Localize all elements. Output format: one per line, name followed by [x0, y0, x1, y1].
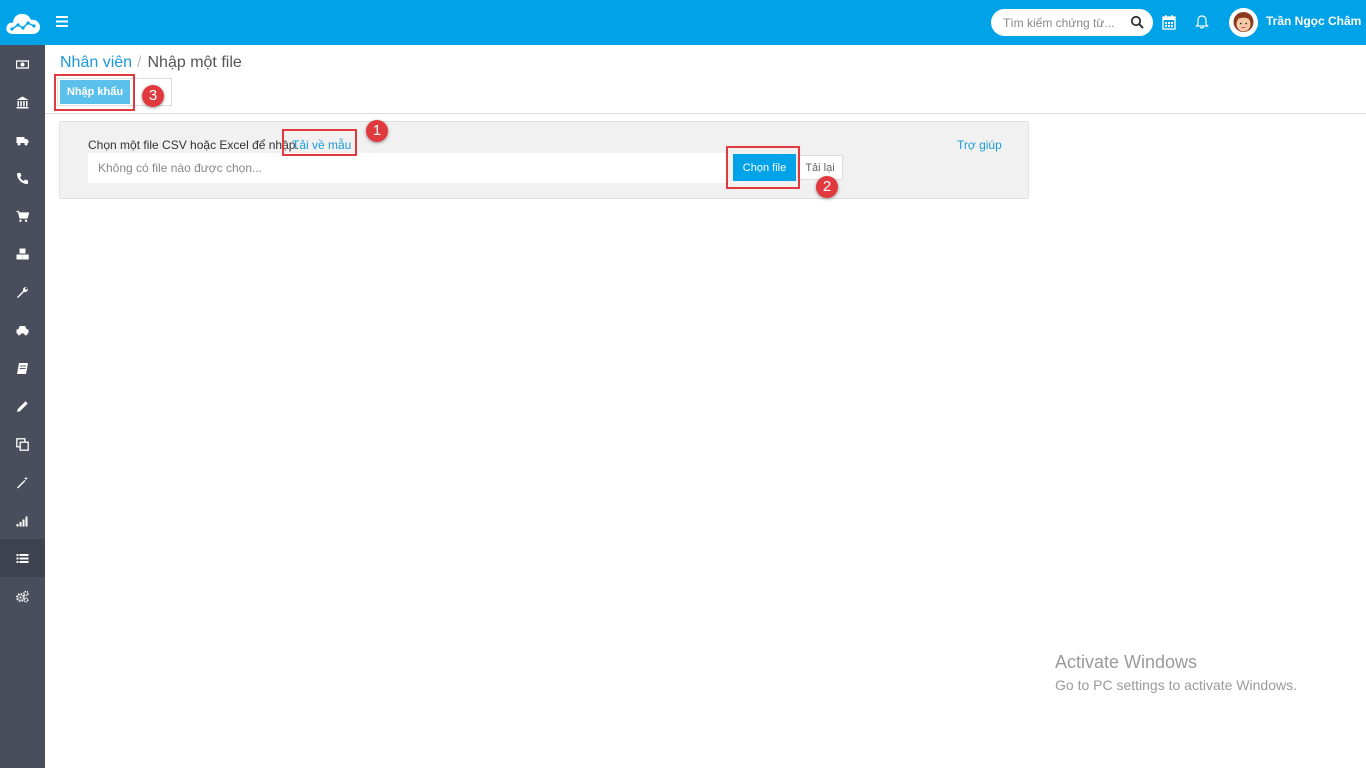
search-icon[interactable]: [1130, 15, 1145, 30]
truck-icon: [16, 136, 29, 145]
help-link[interactable]: Trợ giúp: [957, 138, 1002, 152]
pencil-icon: [17, 400, 28, 412]
sidebar-item-pencil[interactable]: [0, 387, 45, 425]
phone-icon: [17, 172, 28, 184]
import-instruction: Chọn một file CSV hoặc Excel để nhập.: [88, 138, 299, 152]
reload-button[interactable]: Tải lại: [797, 155, 843, 180]
sidebar-item-signal[interactable]: [0, 501, 45, 539]
sidebar-item-cart[interactable]: [0, 197, 45, 235]
cogs-icon: [16, 590, 29, 603]
signal-icon: [16, 516, 28, 526]
sidebar-item-phone[interactable]: [0, 159, 45, 197]
sidebar-item-bank[interactable]: [0, 83, 45, 121]
cloud-logo-icon: [5, 13, 40, 34]
search-box[interactable]: [991, 9, 1153, 36]
sidebar-item-cubes[interactable]: [0, 235, 45, 273]
calendar-icon[interactable]: [1162, 14, 1176, 30]
book-icon: [17, 362, 28, 374]
file-path-input[interactable]: [98, 160, 698, 176]
highlight-choose-file: [726, 146, 800, 189]
sidebar-item-book[interactable]: [0, 349, 45, 387]
breadcrumb-separator: /: [137, 54, 142, 71]
menu-toggle-icon[interactable]: [53, 12, 71, 32]
sidebar-item-list[interactable]: [0, 539, 45, 577]
annotation-badge-1: 1: [366, 120, 388, 142]
money-icon: [16, 59, 29, 69]
highlight-import-button: [54, 74, 135, 111]
highlight-download-template: [282, 129, 357, 156]
copy-icon: [16, 437, 29, 451]
sidebar-item-copy[interactable]: [0, 425, 45, 463]
app-logo[interactable]: [0, 0, 45, 45]
sidebar-item-truck[interactable]: [0, 121, 45, 159]
cart-icon: [16, 210, 29, 222]
breadcrumb-employees-link[interactable]: Nhân viên: [60, 54, 132, 71]
search-input[interactable]: [1003, 13, 1125, 32]
car-icon: [16, 325, 29, 335]
magic-wand-icon: [17, 476, 28, 488]
sidebar-item-car[interactable]: [0, 311, 45, 349]
annotation-badge-3: 3: [142, 85, 164, 107]
bank-icon: [16, 96, 29, 108]
page-title: Nhập một file: [147, 54, 242, 71]
cubes-icon: [16, 248, 29, 259]
sidebar-item-magic[interactable]: [0, 463, 45, 501]
header-divider: [45, 113, 1366, 114]
sidebar-item-cogs[interactable]: [0, 577, 45, 615]
breadcrumb: Nhân viên / Nhập một file: [60, 54, 242, 72]
activate-windows-subtitle: Go to PC settings to activate Windows.: [1055, 677, 1297, 693]
user-name[interactable]: Trần Ngọc Châm: [1266, 14, 1361, 28]
list-icon: [16, 553, 29, 563]
top-bar: Trần Ngọc Châm: [0, 0, 1366, 45]
bell-icon[interactable]: [1195, 14, 1209, 30]
annotation-badge-2: 2: [816, 176, 838, 198]
sidebar-item-wrench[interactable]: [0, 273, 45, 311]
sidebar-item-money[interactable]: [0, 45, 45, 83]
avatar[interactable]: [1229, 8, 1258, 37]
wrench-icon: [17, 286, 29, 298]
sidebar: [0, 45, 45, 768]
activate-windows-title: Activate Windows: [1055, 652, 1198, 672]
file-path-field[interactable]: [88, 153, 728, 183]
